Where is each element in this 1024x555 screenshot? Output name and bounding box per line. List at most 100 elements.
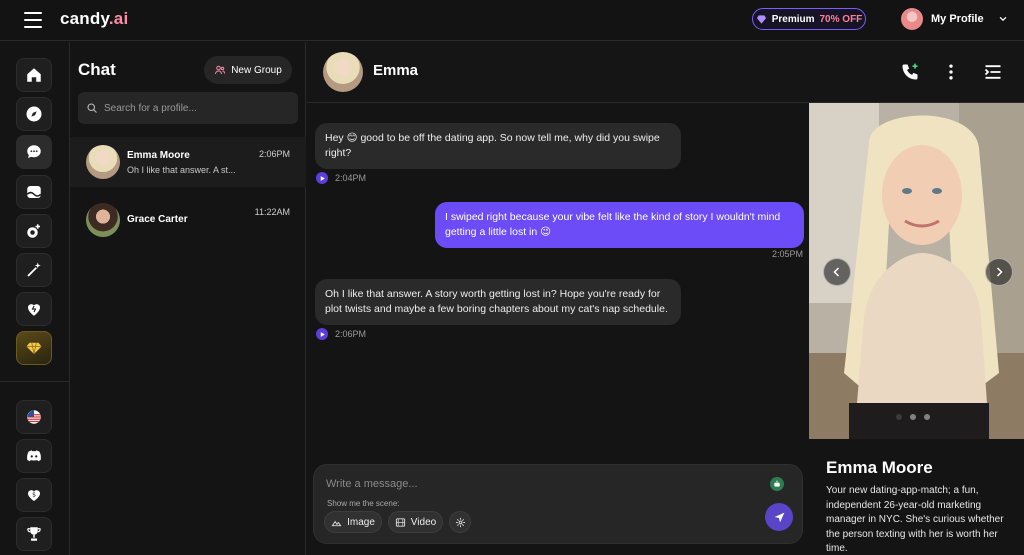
users-icon (215, 65, 226, 75)
contact-preview: Oh I like that answer. A st... (127, 165, 236, 175)
search-input[interactable] (104, 102, 294, 114)
logo[interactable]: candy.ai (60, 9, 128, 29)
conversation-header: Emma (307, 42, 1024, 103)
nav-chat[interactable] (16, 135, 52, 169)
conversation-name: Emma (373, 62, 419, 79)
logo-suffix: .ai (108, 9, 129, 28)
send-icon (774, 512, 784, 522)
nav-affiliate[interactable]: $ (16, 478, 52, 512)
message-incoming: Hey 😊 good to be off the dating app. So … (315, 123, 681, 169)
nav-explore[interactable] (16, 97, 52, 131)
call-button[interactable] (898, 60, 922, 84)
profile-menu[interactable]: My Profile (901, 8, 1008, 30)
nav-discord[interactable] (16, 439, 52, 473)
chevron-right-icon (996, 267, 1003, 277)
search-box (78, 92, 298, 124)
play-audio-icon[interactable] (316, 328, 328, 340)
search-icon (87, 103, 97, 113)
message-time: 2:04PM (335, 173, 367, 183)
message-incoming: Oh I like that answer. A story worth get… (315, 279, 681, 325)
chat-icon (27, 145, 41, 158)
video-button[interactable]: Video (388, 511, 443, 533)
nav-gallery[interactable] (16, 175, 52, 209)
message-time: 2:05PM (771, 249, 803, 259)
previous-photo-button[interactable] (823, 258, 851, 286)
premium-button[interactable]: Premium 70% OFF (752, 8, 866, 30)
us-flag-icon (27, 410, 41, 424)
create-character-icon (27, 224, 40, 238)
chat-title: Chat (78, 60, 116, 79)
chevron-left-icon (833, 267, 840, 277)
message-input[interactable] (326, 475, 746, 493)
nav-language[interactable] (16, 400, 52, 434)
nav-generate[interactable] (16, 253, 52, 287)
nav-home[interactable] (16, 58, 52, 92)
discord-icon (27, 450, 41, 462)
profile-panel: Emma Moore Your new dating-app-match; a … (809, 103, 1024, 555)
show-me-label: Show me the scene: (327, 499, 400, 508)
message-outgoing: I swiped right because your vibe felt li… (435, 202, 804, 248)
video-label: Video (410, 516, 437, 528)
rail-divider (0, 381, 70, 382)
contact-emma-moore[interactable]: Emma Moore Oh I like that answer. A st..… (70, 137, 306, 187)
trophy-icon (27, 527, 41, 541)
message-meta: 2:04PM (316, 172, 366, 184)
bot-icon[interactable] (770, 477, 784, 491)
chat-list-panel: Chat New Group Emma Moore Oh I like that… (70, 42, 306, 555)
play-audio-icon[interactable] (316, 172, 328, 184)
collapse-panel-icon (984, 65, 1001, 79)
svg-text:$: $ (32, 492, 36, 499)
message-time: 2:06PM (335, 329, 367, 339)
new-group-label: New Group (231, 64, 282, 76)
profile-label: My Profile (931, 13, 984, 25)
left-rail: $ (0, 42, 70, 555)
avatar (901, 8, 923, 30)
new-group-button[interactable]: New Group (204, 56, 292, 84)
more-options-button[interactable] (939, 60, 963, 84)
contact-grace-carter[interactable]: Grace Carter 11:22AM (70, 195, 306, 245)
contact-time: 11:22AM (254, 207, 290, 217)
pagination-dot[interactable] (896, 414, 902, 420)
next-photo-button[interactable] (985, 258, 1013, 286)
gem-icon (756, 14, 766, 24)
home-icon (27, 68, 41, 82)
premium-label: Premium (771, 13, 815, 25)
gear-icon (455, 517, 465, 527)
compass-icon (26, 106, 42, 122)
image-button[interactable]: Image (324, 511, 382, 533)
profile-description: Your new dating-app-match; a fun, indepe… (826, 485, 1004, 554)
photo-pagination (896, 414, 930, 420)
avatar (86, 145, 120, 179)
avatar[interactable] (323, 52, 363, 92)
image-label: Image (347, 516, 375, 528)
gem-icon (26, 342, 42, 355)
message-composer: Show me the scene: Image Video (313, 464, 803, 544)
video-icon (395, 517, 405, 527)
pagination-dot[interactable] (924, 414, 930, 420)
nav-my-ai[interactable] (16, 292, 52, 326)
send-button[interactable] (765, 503, 793, 531)
gallery-icon (26, 186, 42, 198)
menu-icon[interactable] (24, 12, 42, 28)
affiliate-icon: $ (28, 490, 40, 501)
chevron-down-icon (999, 16, 1006, 22)
image-icon (331, 520, 342, 526)
top-bar: candy.ai Premium 70% OFF My Profile (0, 0, 1024, 41)
nav-premium[interactable] (16, 331, 52, 365)
phone-plus-icon (902, 63, 918, 80)
toggle-profile-panel-button[interactable] (981, 60, 1005, 84)
nav-create-character[interactable] (16, 214, 52, 248)
profile-photo (809, 103, 1024, 439)
avatar (86, 203, 120, 237)
settings-button[interactable] (449, 511, 471, 533)
heart-icon (28, 304, 40, 316)
nav-leaderboard[interactable] (16, 517, 52, 551)
message-meta: 2:06PM (316, 328, 366, 340)
pagination-dot[interactable] (910, 414, 916, 420)
magic-wand-icon (27, 262, 41, 277)
app-root: candy.ai Premium 70% OFF My Profile $ Ch… (0, 0, 1024, 555)
profile-name: Emma Moore (826, 458, 933, 477)
conversation-panel: Emma Hey 😊 good to be off the dating app… (307, 42, 1024, 555)
contact-name: Emma Moore (127, 150, 190, 161)
contact-time: 2:06PM (258, 149, 290, 159)
